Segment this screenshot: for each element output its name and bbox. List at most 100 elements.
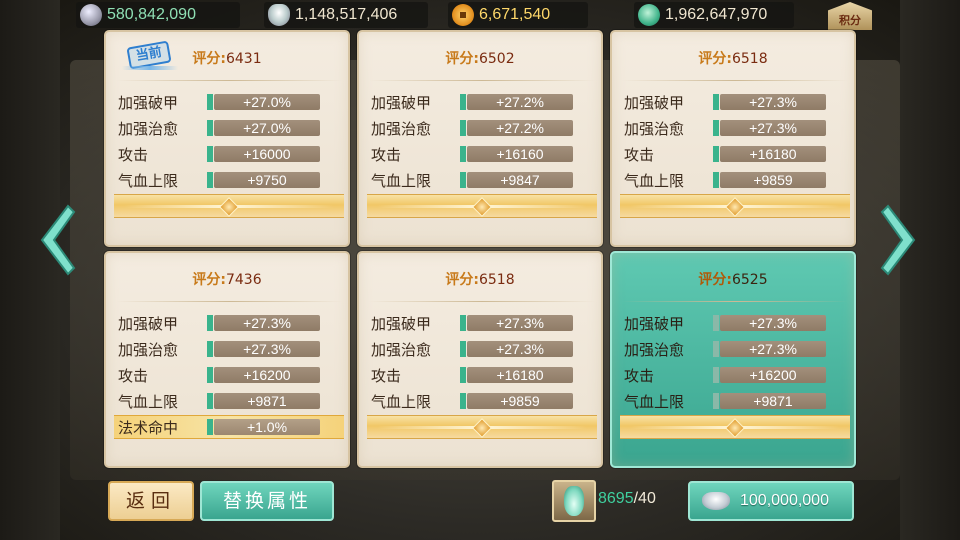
attribute-name: 攻击 [118,145,149,164]
cost-amount: 100,000,000 [740,492,829,509]
empty-slot-bar [620,194,850,218]
attribute-row: 加强治愈 +27.3% [118,338,340,360]
attribute-row: 攻击 +16180 [371,364,593,386]
attribute-value: +27.2% [460,94,573,110]
attribute-row: 气血上限 +9847 [371,169,593,191]
attribute-value: +9859 [713,172,826,188]
attribute-row: 攻击 +16200 [118,364,340,386]
attribute-row: 加强破甲 +27.3% [371,312,593,334]
score-label: 评分: [192,272,226,288]
empty-slot-bar [114,194,344,218]
gem-icon [725,418,745,438]
attribute-row: 攻击 +16180 [624,143,846,165]
attribute-row: 加强破甲 +27.3% [118,312,340,334]
attribute-row: 气血上限 +9871 [624,390,846,412]
attribute-value: +27.2% [460,120,573,136]
attribute-card[interactable]: 评分:7436 加强破甲 +27.3% 加强治愈 +27.3% 攻击 +1620… [104,251,350,468]
score-label: 评分: [192,51,226,67]
empty-slot-bar [620,415,850,439]
silver-ingot-icon [268,4,290,26]
attribute-value: +9859 [460,393,573,409]
attribute-row: 加强破甲 +27.3% [624,91,846,113]
attribute-row: 攻击 +16160 [371,143,593,165]
gem-icon [219,197,239,217]
attribute-name: 加强破甲 [118,314,179,333]
attribute-value: +27.0% [207,94,320,110]
attribute-name: 加强治愈 [371,119,432,138]
attribute-card[interactable]: 评分:6518 加强破甲 +27.3% 加强治愈 +27.3% 攻击 +1618… [610,30,856,247]
attribute-name: 加强破甲 [118,93,179,112]
card-divider [369,80,595,81]
attribute-name: 加强治愈 [371,340,432,359]
card-score: 评分:6518 [612,48,854,68]
score-label: 评分: [445,272,479,288]
attribute-name: 气血上限 [118,392,179,411]
attribute-name: 气血上限 [371,171,432,190]
jade-icon [638,4,660,26]
attribute-card-selected[interactable]: 评分:6525 加强破甲 +27.3% 加强治愈 +27.3% 攻击 +1620… [610,251,856,468]
score-value: 6518 [731,51,768,67]
card-score: 评分:6525 [612,269,854,289]
replace-attributes-button[interactable]: 替换属性 [200,481,334,521]
attribute-value: +9871 [713,393,826,409]
attribute-value: +16000 [207,146,320,162]
score-value: 6431 [225,51,262,67]
copper-coin-icon [452,4,474,26]
attribute-name: 攻击 [371,366,402,385]
attribute-name: 加强破甲 [624,93,685,112]
currency-value: 1,962,647,970 [665,6,768,23]
chevron-right-icon [880,204,916,276]
attribute-name: 气血上限 [371,392,432,411]
attribute-row: 加强治愈 +27.3% [371,338,593,360]
attribute-card[interactable]: 评分:6502 加强破甲 +27.2% 加强治愈 +27.2% 攻击 +1616… [357,30,603,247]
empty-slot-bar [367,194,597,218]
prev-page-button[interactable] [34,200,78,280]
empty-slot-bar [367,415,597,439]
card-score: 评分:6518 [359,269,601,289]
score-value: 6502 [478,51,515,67]
attribute-row: 攻击 +16200 [624,364,846,386]
attribute-value: +9750 [207,172,320,188]
card-score: 评分:6431 [106,48,348,68]
currency-silver-ingot: 1,148,517,406 [264,2,428,28]
vase-icon [564,486,584,516]
currency-jade: 1,962,647,970 [634,2,794,28]
gem-icon [725,197,745,217]
attribute-value: +16180 [460,367,573,383]
score-label: 评分: [698,51,732,67]
attribute-name: 加强破甲 [624,314,685,333]
attribute-row: 加强破甲 +27.2% [371,91,593,113]
attribute-value: +1.0% [207,419,320,435]
card-score: 评分:7436 [106,269,348,289]
material-item-slot[interactable] [552,480,596,522]
material-need: 40 [638,490,656,507]
attribute-name: 攻击 [118,366,149,385]
attribute-card[interactable]: 评分:6518 加强破甲 +27.3% 加强治愈 +27.3% 攻击 +1618… [357,251,603,468]
attribute-value: +27.0% [207,120,320,136]
score-points-button[interactable]: 积分 [828,2,872,30]
chevron-left-icon [40,204,76,276]
attribute-name: 气血上限 [624,171,685,190]
currency-copper-coin: 6,671,540 [448,2,588,28]
attribute-value: +27.3% [713,120,826,136]
score-points-label: 积分 [839,14,861,27]
silver-ingot-icon [702,492,730,510]
attribute-value: +27.3% [207,315,320,331]
attribute-card-current[interactable]: 当前 评分:6431 加强破甲 +27.0% 加强治愈 +27.0% 攻击 +1… [104,30,350,247]
score-value: 6518 [478,272,515,288]
attribute-row: 气血上限 +9859 [371,390,593,412]
material-have: 8695 [598,490,634,507]
currency-value: 6,671,540 [479,6,551,23]
attribute-value: +27.3% [207,341,320,357]
score-value: 6525 [731,272,768,288]
attribute-value: +27.3% [713,341,826,357]
attribute-name: 加强治愈 [118,340,179,359]
card-divider [116,301,342,302]
next-page-button[interactable] [878,200,922,280]
attribute-name: 气血上限 [118,171,179,190]
attribute-name: 攻击 [624,145,655,164]
silver-coin-icon [80,4,102,26]
back-button[interactable]: 返回 [108,481,194,521]
cost-confirm-button[interactable]: 100,000,000 [688,481,854,521]
attribute-value: +16180 [713,146,826,162]
